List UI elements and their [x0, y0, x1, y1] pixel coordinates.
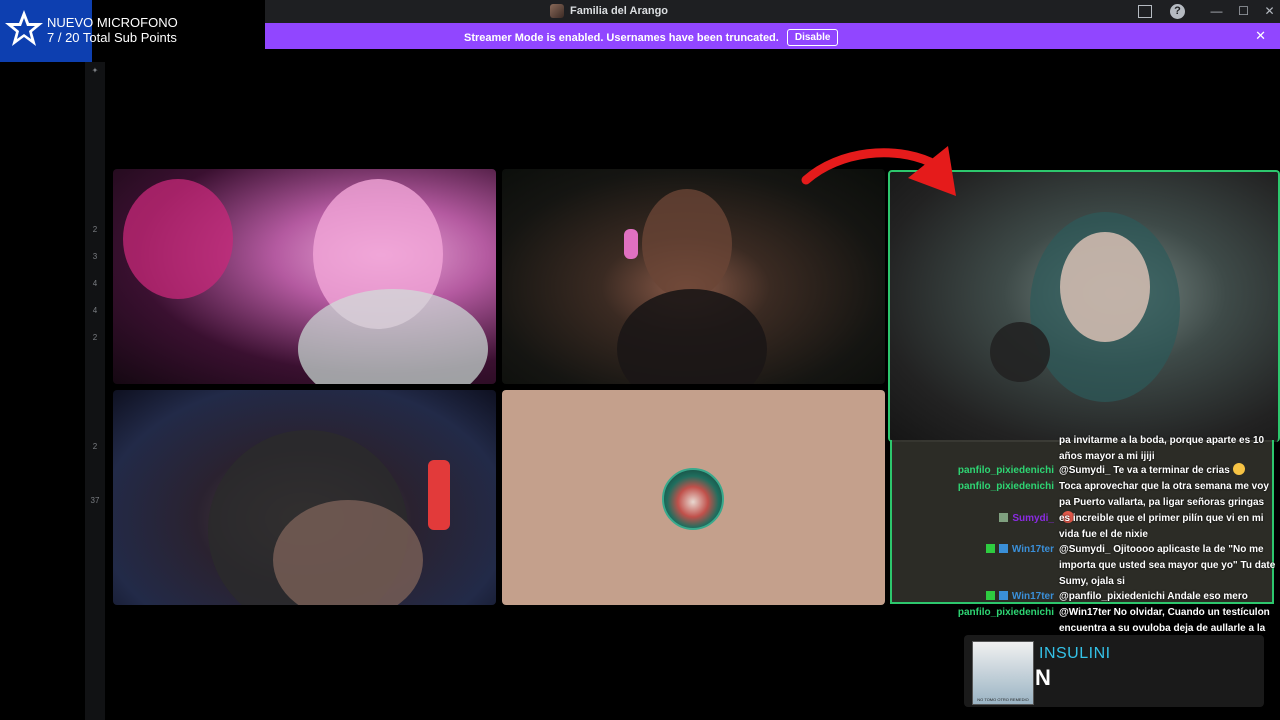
rail-mark: 2: [92, 225, 98, 234]
server-icon: [550, 4, 564, 18]
face-shape: [1060, 232, 1150, 342]
ad-subtitle: N: [1035, 665, 1051, 690]
sub-goal-title: NUEVO MICROFONO: [47, 15, 178, 30]
prime-badge-icon: [998, 544, 1008, 553]
sweater-shape: [298, 289, 488, 384]
rail-mark: 3: [92, 252, 98, 261]
minimize-button[interactable]: —: [1209, 4, 1224, 19]
video-tile-participant-3[interactable]: [113, 390, 496, 605]
inbox-icon[interactable]: [1138, 5, 1152, 18]
video-tile-participant-2[interactable]: [502, 169, 885, 384]
chat-message-text: @Win17ter No olvidar, Cuando un testícul…: [1059, 607, 1270, 634]
chat-message-text: @Sumydi_ Ojitoooo aplicaste la de "No me…: [1059, 544, 1276, 587]
headset-icon: [624, 229, 638, 259]
chat-overlay: pa invitarme a la boda, porque aparte es…: [890, 433, 1280, 638]
chat-username[interactable]: panfilo_pixiedenichi: [958, 479, 1054, 495]
sub-goal-count: 7 / 20 Total Sub Points: [47, 30, 177, 45]
subscriber-badge-icon: [985, 591, 995, 600]
microphone-icon: [990, 322, 1050, 382]
face-shape: [642, 189, 732, 299]
chat-username[interactable]: panfilo_pixiedenichi: [958, 605, 1054, 621]
window-title: Familia del Arango: [570, 5, 669, 17]
maximize-button[interactable]: ☐: [1236, 4, 1251, 19]
chat-username[interactable]: Win17ter: [985, 589, 1054, 605]
badge-icon: [999, 513, 1009, 522]
ad-title: INSULINI: [1039, 645, 1111, 662]
can-shape: [428, 460, 450, 530]
hair-shape: [123, 179, 233, 299]
window-title-group: Familia del Arango: [550, 4, 668, 18]
rail-mark: 4: [92, 279, 98, 288]
chat-message-text: es increible que el primer pilín que vi …: [1059, 513, 1264, 540]
chat-username[interactable]: Sumydi_: [999, 511, 1054, 527]
close-window-button[interactable]: ✕: [1262, 4, 1277, 19]
disable-streamer-mode-button[interactable]: Disable: [786, 29, 839, 46]
rail-mark: 4: [92, 306, 98, 315]
ad-thumbnail-caption: NO TOMO OTRO REMEDIO: [977, 697, 1029, 702]
video-tile-participant-1[interactable]: [113, 169, 496, 384]
rail-mark: 2: [92, 442, 98, 451]
video-tile-participant-5-speaking[interactable]: [888, 170, 1280, 442]
banner-text: Streamer Mode is enabled. Usernames have…: [464, 31, 779, 44]
banner-close-icon[interactable]: ✕: [1255, 28, 1266, 44]
body-shape: [617, 289, 767, 384]
rail-mark: ✦: [91, 66, 99, 75]
grin-emoji-icon: [1232, 463, 1245, 475]
chat-message-text: @Sumydi_ Te va a terminar de crias: [1059, 463, 1277, 479]
left-rail: ✦ 2 3 4 4 2 2 37: [85, 62, 105, 720]
chat-username[interactable]: Win17ter: [985, 542, 1054, 558]
insulina-ad: NO TOMO OTRO REMEDIO INSULINI N: [964, 635, 1264, 707]
star-icon: [5, 10, 43, 46]
help-icon[interactable]: ?: [1170, 4, 1185, 19]
participant-avatar: [662, 468, 724, 530]
subscriber-badge-icon: [985, 544, 995, 553]
red-arrow-icon: [801, 146, 956, 196]
prime-badge-icon: [998, 591, 1008, 600]
chat-message-text: @panfilo_pixiedenichi Andale eso mero: [1059, 591, 1248, 602]
video-tile-participant-4-avatar[interactable]: [502, 390, 885, 605]
chat-message-text: pa invitarme a la boda, porque aparte es…: [1059, 435, 1265, 462]
chat-username[interactable]: panfilo_pixiedenichi: [958, 463, 1054, 479]
ad-thumbnail: NO TOMO OTRO REMEDIO: [972, 641, 1034, 705]
rail-mark: 37: [90, 496, 100, 505]
rail-mark: 2: [92, 333, 98, 342]
streamer-mode-banner: Streamer Mode is enabled. Usernames have…: [265, 23, 1280, 49]
